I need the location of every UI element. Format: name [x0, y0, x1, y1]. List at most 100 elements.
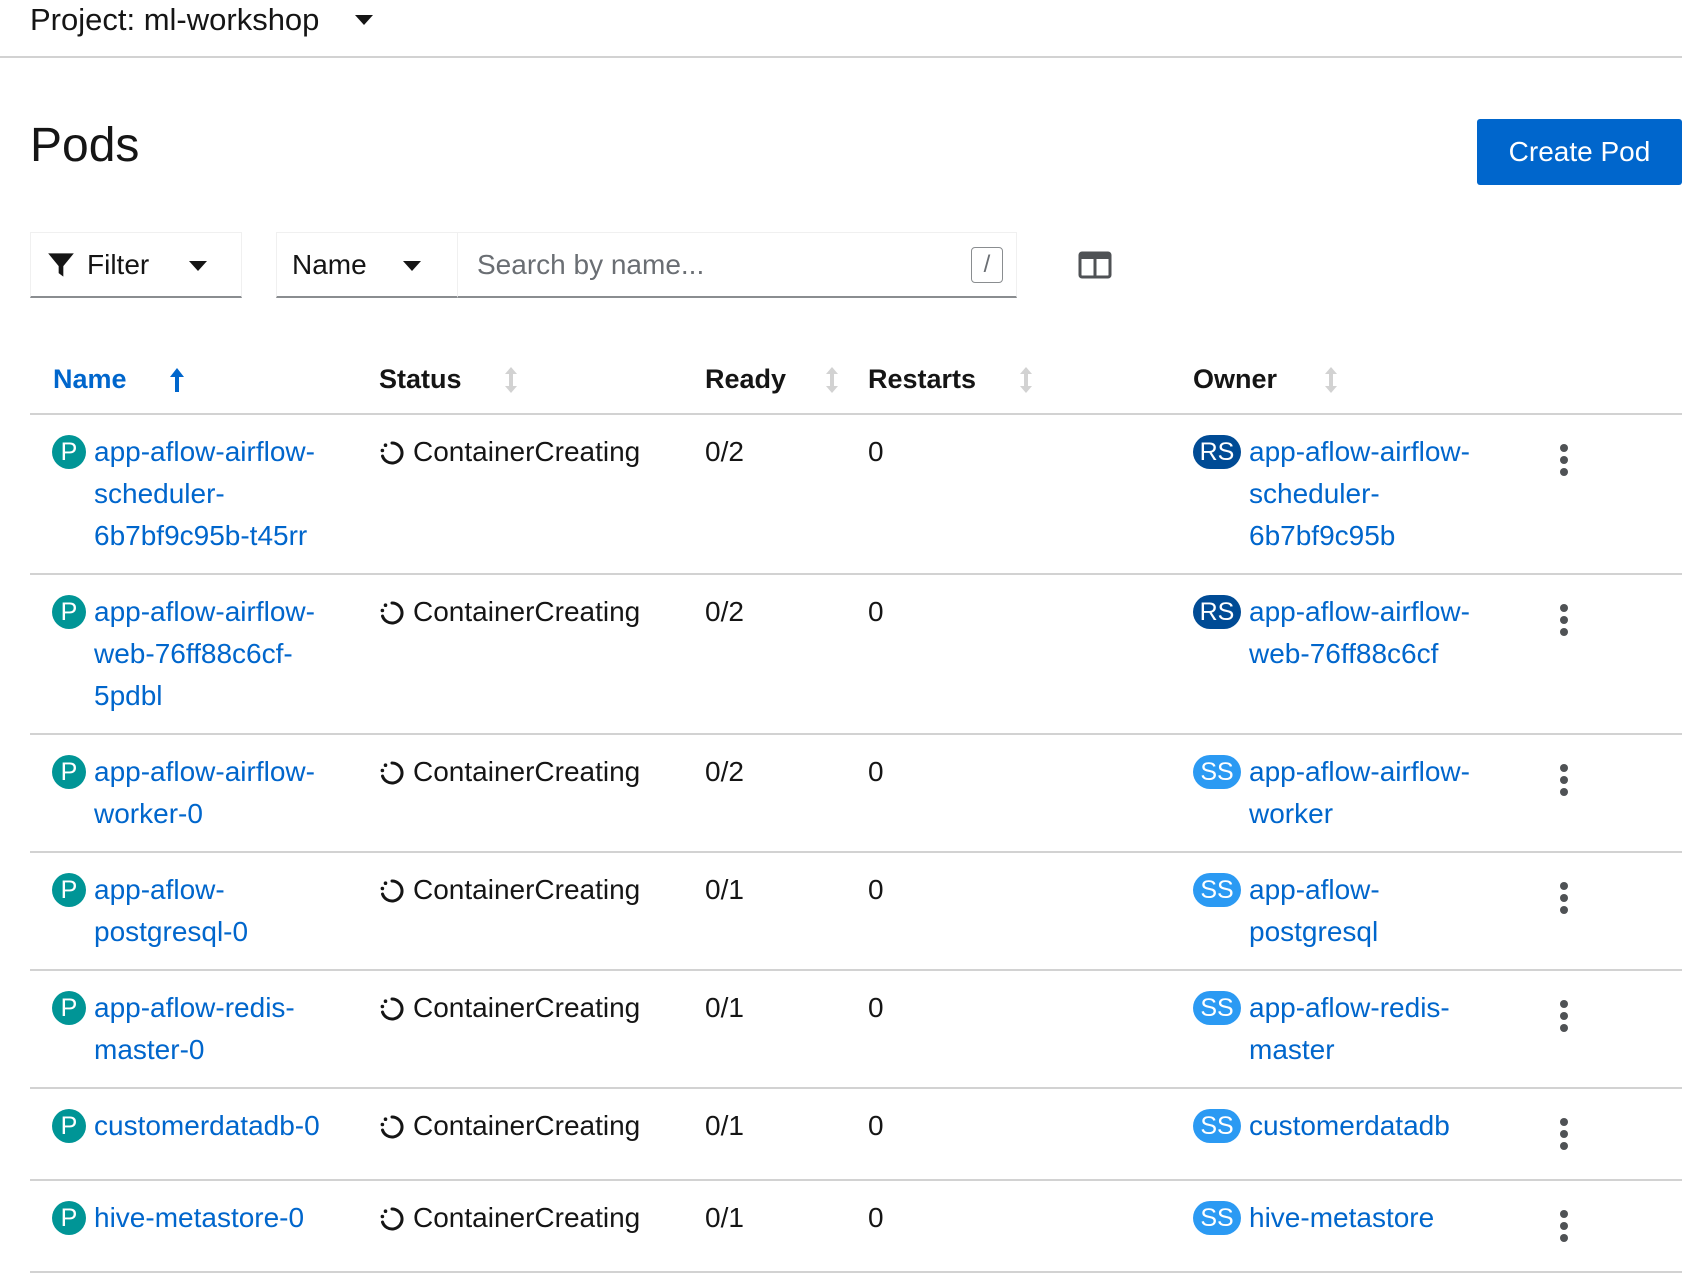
column-header-label: Status — [379, 363, 462, 394]
pod-name-line: customerdatadb-0 — [94, 1110, 320, 1141]
pod-link[interactable]: app-aflow-postgresql-0 — [94, 869, 248, 953]
pod-link[interactable]: app-aflow-airflow-worker-0 — [94, 751, 315, 835]
sort-icon — [505, 367, 518, 394]
actions-cell — [1538, 574, 1682, 735]
create-pod-button[interactable]: Create Pod — [1477, 119, 1682, 185]
sort-icon — [825, 367, 838, 394]
kebab-icon[interactable] — [1554, 763, 1574, 797]
pod-badge: P — [52, 755, 86, 789]
status-cell: ContainerCreating — [379, 970, 705, 1089]
pod-name-cell: Papp-aflow-airflow-scheduler- 6b7bf9c95b-… — [30, 414, 379, 575]
restarts-value: 0 — [868, 1110, 884, 1141]
pod-name-line: 5pdbl — [94, 680, 163, 711]
owner-kind-badge: SS — [1193, 873, 1241, 907]
ready-value: 0/2 — [705, 596, 744, 627]
pod-link[interactable]: hive-metastore-0 — [94, 1197, 304, 1239]
pod-name-cell: Papp-aflow-postgresql-0 — [30, 852, 379, 971]
restarts-cell: 0 — [868, 852, 1193, 971]
sort-ascending-icon — [170, 368, 185, 393]
pod-name-line: worker-0 — [94, 798, 203, 829]
column-header-label: Name — [53, 363, 127, 394]
columns-icon[interactable] — [1078, 250, 1112, 280]
owner-name-line: postgresql — [1249, 916, 1379, 947]
column-header-ready[interactable]: Ready — [705, 345, 868, 415]
table-row: Pcustomerdatadb-0 ContainerCreating 0/1 0 SS… — [30, 1088, 1682, 1181]
search-type-label: Name — [292, 248, 367, 280]
pod-link[interactable]: app-aflow-airflow-scheduler- 6b7bf9c95b-t… — [94, 431, 315, 557]
owner-name-line: app-aflow- — [1249, 874, 1380, 905]
actions-cell — [1538, 970, 1682, 1089]
pod-link[interactable]: app-aflow-redis-master-0 — [94, 987, 295, 1071]
ready-value: 0/1 — [705, 1110, 744, 1141]
column-header-label: Ready — [705, 363, 787, 394]
ready-value: 0/1 — [705, 1202, 744, 1233]
status-text: ContainerCreating — [413, 1202, 641, 1233]
owner-name-line: app-aflow-airflow- — [1249, 756, 1470, 787]
pod-name-line: app-aflow-airflow- — [94, 436, 315, 467]
pod-name-line: app-aflow-airflow- — [94, 596, 315, 627]
owner-kind-badge: SS — [1193, 991, 1241, 1025]
pod-badge: P — [52, 1109, 86, 1143]
pod-name-line: master-0 — [94, 1034, 205, 1065]
status-cell: ContainerCreating — [379, 1180, 705, 1273]
owner-cell: RS app-aflow-airflow-scheduler- 6b7bf9c95b — [1193, 414, 1538, 575]
owner-link[interactable]: app-aflow-airflow-scheduler- 6b7bf9c95b — [1249, 431, 1470, 557]
actions-cell — [1538, 1180, 1682, 1273]
pod-badge: P — [52, 595, 86, 629]
owner-name-line: app-aflow-airflow- — [1249, 436, 1470, 467]
search-type-dropdown[interactable]: Name — [276, 232, 458, 298]
pod-name-cell: Papp-aflow-redis-master-0 — [30, 970, 379, 1089]
pod-name-line: app-aflow-airflow- — [94, 756, 315, 787]
ready-cell: 0/1 — [705, 970, 868, 1089]
owner-cell: SS hive-metastore — [1193, 1180, 1538, 1273]
pod-name-line: postgresql-0 — [94, 916, 249, 947]
column-header-name[interactable]: Name — [30, 345, 379, 415]
status-text: ContainerCreating — [413, 756, 641, 787]
column-header-restarts[interactable]: Restarts — [868, 345, 1193, 415]
in-progress-icon — [380, 1115, 404, 1139]
kebab-icon[interactable] — [1554, 881, 1574, 915]
table-row: Papp-aflow-redis-master-0 ContainerCreati… — [30, 970, 1682, 1089]
status-text: ContainerCreating — [413, 596, 641, 627]
restarts-value: 0 — [868, 874, 884, 905]
kebab-icon[interactable] — [1554, 603, 1574, 637]
status-text: ContainerCreating — [413, 436, 641, 467]
ready-cell: 0/2 — [705, 574, 868, 735]
owner-link[interactable]: app-aflow-postgresql — [1249, 869, 1380, 953]
owner-cell: SS customerdatadb — [1193, 1088, 1538, 1181]
owner-cell: SS app-aflow-postgresql — [1193, 852, 1538, 971]
project-selector[interactable]: Project: ml-workshop — [30, 0, 374, 40]
owner-name-line: app-aflow-airflow- — [1249, 596, 1470, 627]
column-header-status[interactable]: Status — [379, 345, 705, 415]
filter-label: Filter — [87, 248, 150, 280]
ready-cell: 0/1 — [705, 1180, 868, 1273]
search-input[interactable] — [475, 247, 955, 282]
pod-name-line: app-aflow- — [94, 874, 225, 905]
pod-link[interactable]: app-aflow-airflow-web-76ff88c6cf- 5pdbl — [94, 591, 315, 717]
ready-cell: 0/2 — [705, 414, 868, 575]
pod-link[interactable]: customerdatadb-0 — [94, 1105, 320, 1147]
table-row: Papp-aflow-airflow-web-76ff88c6cf- 5pdbl C… — [30, 574, 1682, 735]
owner-link[interactable]: hive-metastore — [1249, 1197, 1434, 1239]
kebab-icon[interactable] — [1554, 443, 1574, 477]
in-progress-icon — [380, 879, 404, 903]
owner-link[interactable]: app-aflow-redis-master — [1249, 987, 1450, 1071]
kebab-icon[interactable] — [1554, 1117, 1574, 1151]
status-text: ContainerCreating — [413, 874, 641, 905]
status-cell: ContainerCreating — [379, 574, 705, 735]
owner-link[interactable]: customerdatadb — [1249, 1105, 1450, 1147]
filter-dropdown[interactable]: Filter — [30, 232, 242, 298]
pod-badge: P — [52, 1201, 86, 1235]
status-cell: ContainerCreating — [379, 852, 705, 971]
actions-cell — [1538, 852, 1682, 971]
in-progress-icon — [380, 761, 404, 785]
pod-badge: P — [52, 873, 86, 907]
kebab-icon[interactable] — [1554, 1209, 1574, 1243]
owner-link[interactable]: app-aflow-airflow-web-76ff88c6cf — [1249, 591, 1470, 675]
pod-name-cell: Papp-aflow-airflow-worker-0 — [30, 734, 379, 853]
pod-name-line: hive-metastore-0 — [94, 1202, 305, 1233]
column-header-owner[interactable]: Owner — [1193, 345, 1538, 415]
owner-link[interactable]: app-aflow-airflow-worker — [1249, 751, 1470, 835]
pod-name-cell: Papp-aflow-airflow-web-76ff88c6cf- 5pdbl — [30, 574, 379, 735]
kebab-icon[interactable] — [1554, 999, 1574, 1033]
